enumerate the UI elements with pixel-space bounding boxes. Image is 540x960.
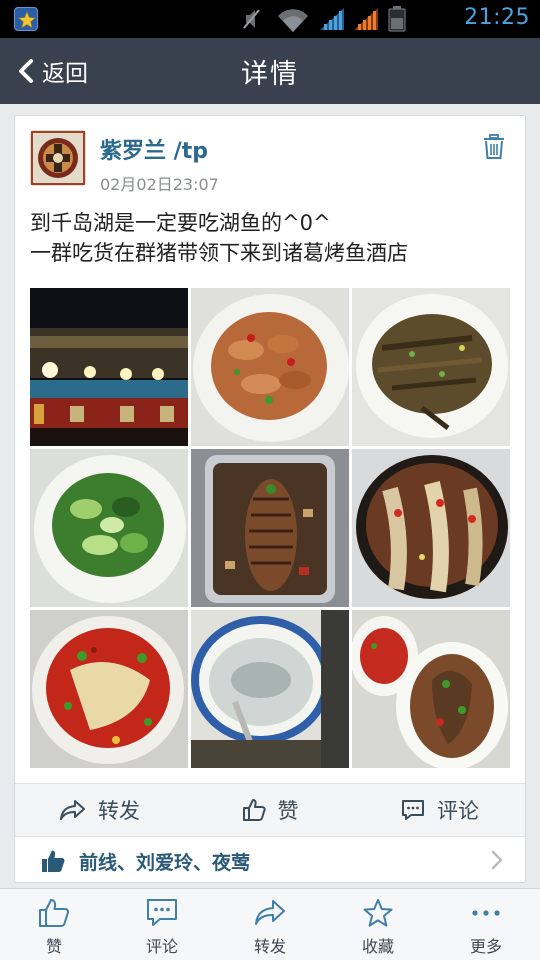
thumbs-up-icon — [38, 897, 70, 929]
forward-icon — [60, 799, 86, 821]
mute-icon — [243, 9, 260, 29]
toolbar-like-button[interactable]: 赞 — [0, 889, 108, 960]
top-nav-bar: 返回 详情 — [0, 38, 540, 104]
toolbar-more-button[interactable]: 更多 — [432, 889, 540, 960]
comment-icon — [401, 799, 425, 821]
toolbar-favorite-label: 收藏 — [361, 937, 394, 956]
system-status-icons — [243, 6, 406, 32]
photo-fried-shrimp[interactable] — [191, 288, 349, 446]
post-timestamp: 02月02日23:07 — [100, 175, 219, 194]
photo-grilled-fish-tray[interactable] — [191, 449, 349, 607]
signal-orange-icon — [354, 8, 378, 30]
post-card: 紫罗兰 /tp 02月02日23:07 到千岛湖是一定要吃湖鱼的^0^ 一群吃货… — [14, 115, 526, 883]
forward-label: 转发 — [98, 799, 140, 823]
page-title: 详情 — [241, 59, 299, 90]
toolbar-favorite-button[interactable]: 收藏 — [324, 889, 432, 960]
like-button[interactable]: 赞 — [185, 784, 355, 836]
photo-fish-soup[interactable] — [191, 610, 349, 768]
toolbar-more-label: 更多 — [469, 937, 502, 956]
comment-icon — [146, 897, 178, 929]
post-action-bar: 转发 赞 评论 — [15, 783, 525, 837]
signal-icon — [320, 8, 344, 30]
trash-icon — [484, 134, 504, 159]
toolbar-comment-button[interactable]: 评论 — [108, 889, 216, 960]
like-label: 赞 — [277, 799, 299, 823]
toolbar-comment-label: 评论 — [145, 937, 178, 956]
avatar[interactable] — [30, 130, 86, 186]
photo-chili-fish-head[interactable] — [30, 610, 188, 768]
forward-button[interactable]: 转发 — [15, 784, 185, 836]
toolbar-forward-button[interactable]: 转发 — [216, 889, 324, 960]
thumbs-up-icon — [242, 798, 266, 822]
star-icon — [362, 897, 394, 929]
more-icon — [470, 897, 502, 929]
app-star-icon — [14, 7, 38, 31]
comment-button[interactable]: 评论 — [355, 784, 525, 836]
forward-icon — [254, 897, 286, 929]
wifi-icon — [278, 9, 308, 32]
photo-grid — [30, 288, 511, 769]
liked-by-names: 前线、刘爱玲、夜莺 — [79, 851, 251, 874]
photo-small-fried-fish[interactable] — [352, 288, 510, 446]
photo-restaurant-night[interactable] — [30, 288, 188, 446]
chevron-right-icon — [491, 850, 503, 874]
bottom-toolbar: 赞 评论 转发 收藏 更多 — [0, 888, 540, 960]
thumbs-up-filled-icon — [41, 849, 65, 873]
status-bar: 21:25 — [0, 0, 540, 38]
post-text-line: 到千岛湖是一定要吃湖鱼的^0^ — [30, 211, 331, 235]
photo-green-vegetable[interactable] — [30, 449, 188, 607]
photo-braised-fish-pot[interactable] — [352, 449, 510, 607]
battery-icon — [388, 6, 406, 32]
toolbar-like-label: 赞 — [45, 937, 62, 956]
comment-label: 评论 — [437, 799, 479, 823]
post-text: 到千岛湖是一定要吃湖鱼的^0^ 一群吃货在群猪带领下来到诸葛烤鱼酒店 — [30, 208, 510, 268]
post-text-line: 一群吃货在群猪带领下来到诸葛烤鱼酒店 — [30, 241, 408, 265]
author-name[interactable]: 紫罗兰 /tp — [100, 133, 208, 165]
photo-steamed-fish-platter[interactable] — [352, 610, 510, 768]
status-clock: 21:25 — [464, 5, 530, 30]
liked-by-row[interactable]: 前线、刘爱玲、夜莺 — [15, 838, 525, 884]
delete-button[interactable] — [483, 134, 505, 160]
toolbar-forward-label: 转发 — [253, 937, 286, 956]
